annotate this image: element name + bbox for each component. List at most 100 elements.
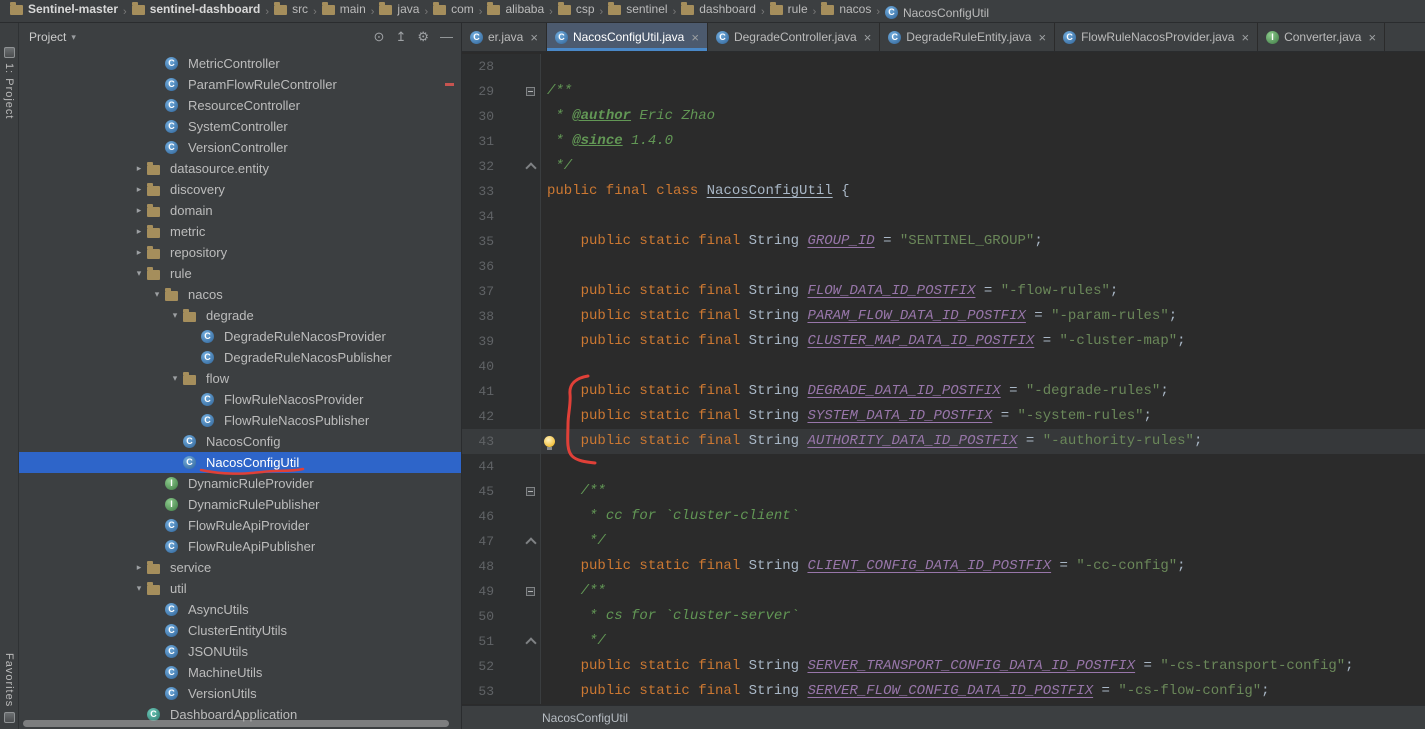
close-tab-icon[interactable]: × [864,31,872,44]
gutter[interactable]: 32 [462,154,541,179]
code-text[interactable]: */ [541,529,1425,554]
fold-end-icon[interactable] [525,161,537,174]
breadcrumb-item-main[interactable]: main [321,2,366,16]
tree-item-service[interactable]: ▸ service [19,557,461,578]
tree-item-FlowRuleNacosPublisher[interactable]: C FlowRuleNacosPublisher [19,410,461,431]
gutter[interactable]: 35 [462,229,541,254]
breadcrumb-item-src[interactable]: src [274,2,308,16]
gutter[interactable]: 42 [462,404,541,429]
code-text[interactable]: /** [541,79,1425,104]
gutter[interactable]: 39 [462,329,541,354]
gutter[interactable]: 52 [462,654,541,679]
tree-item-domain[interactable]: ▸ domain [19,200,461,221]
close-tab-icon[interactable]: × [1368,31,1376,44]
collapse-all-icon[interactable]: ↥ [395,29,406,44]
code-text[interactable]: public static final String CLUSTER_MAP_D… [541,329,1425,354]
tree-item-DegradeRuleNacosPublisher[interactable]: C DegradeRuleNacosPublisher [19,347,461,368]
gutter[interactable]: 34 [462,204,541,229]
code-text[interactable] [541,254,1425,279]
expand-arrow-icon[interactable]: ▸ [131,226,147,237]
code-editor[interactable]: 28 29/** 30 * @author Eric Zhao 31 * @since… [462,52,1425,705]
tree-item-ClusterEntityUtils[interactable]: C ClusterEntityUtils [19,620,461,641]
tree-item-DegradeRuleNacosProvider[interactable]: C DegradeRuleNacosProvider [19,326,461,347]
code-text[interactable] [541,454,1425,479]
code-text[interactable] [541,204,1425,229]
gutter[interactable]: 30 [462,104,541,129]
tree-item-JSONUtils[interactable]: C JSONUtils [19,641,461,662]
tree-item-ParamFlowRuleController[interactable]: C ParamFlowRuleController [19,74,461,95]
fold-end-icon[interactable] [525,636,537,649]
gutter[interactable]: 29 [462,79,541,104]
chevron-down-icon[interactable]: ▾ [71,32,76,43]
expand-arrow-icon[interactable]: ▸ [131,562,147,573]
breadcrumb-item-sentinel[interactable]: sentinel [608,2,668,16]
tree-item-DynamicRulePublisher[interactable]: I DynamicRulePublisher [19,494,461,515]
collapse-arrow-icon[interactable]: ▾ [167,310,183,321]
code-text[interactable]: /** [541,479,1425,504]
tree-item-FlowRuleApiProvider[interactable]: C FlowRuleApiProvider [19,515,461,536]
editor-tab-DegradeController.java[interactable]: C DegradeController.java × [708,23,881,51]
editor-tab-DegradeRuleEntity.java[interactable]: C DegradeRuleEntity.java × [880,23,1056,51]
breadcrumb-item-java[interactable]: java [379,2,419,16]
code-text[interactable]: * @since 1.4.0 [541,129,1425,154]
fold-collapse-icon[interactable] [526,87,535,96]
close-tab-icon[interactable]: × [1241,31,1249,44]
project-toolwindow-tab[interactable]: 1: Project [3,63,15,119]
fold-end-icon[interactable] [525,536,537,549]
code-text[interactable]: public static final String SERVER_TRANSP… [541,654,1425,679]
code-text[interactable]: */ [541,629,1425,654]
tree-item-util[interactable]: ▾ util [19,578,461,599]
code-text[interactable]: * cc for `cluster-client` [541,504,1425,529]
fold-collapse-icon[interactable] [526,587,535,596]
gutter[interactable]: 45 [462,479,541,504]
tree-item-SystemController[interactable]: C SystemController [19,116,461,137]
code-text[interactable]: * @author Eric Zhao [541,104,1425,129]
code-text[interactable]: public static final String FLOW_DATA_ID_… [541,279,1425,304]
tree-item-ResourceController[interactable]: C ResourceController [19,95,461,116]
settings-gear-icon[interactable]: ⚙ [417,29,429,44]
editor-tab-NacosConfigUtil.java[interactable]: C NacosConfigUtil.java × [546,23,708,51]
tree-item-DynamicRuleProvider[interactable]: I DynamicRuleProvider [19,473,461,494]
hide-panel-icon[interactable]: — [440,29,453,44]
favorites-toolwindow-tab[interactable]: Favorites [3,653,15,707]
editor-breadcrumb-item[interactable]: NacosConfigUtil [542,711,628,725]
expand-arrow-icon[interactable]: ▸ [131,163,147,174]
gutter[interactable]: 36 [462,254,541,279]
tree-item-nacos[interactable]: ▾ nacos [19,284,461,305]
tree-item-NacosConfigUtil[interactable]: C NacosConfigUtil [19,452,461,473]
code-text[interactable]: /** [541,579,1425,604]
code-text[interactable]: public static final String CLIENT_CONFIG… [541,554,1425,579]
gutter[interactable]: 40 [462,354,541,379]
tree-item-NacosConfig[interactable]: C NacosConfig [19,431,461,452]
locate-file-icon[interactable]: ⊙ [374,29,385,44]
gutter[interactable]: 31 [462,129,541,154]
gutter[interactable]: 28 [462,54,541,79]
close-tab-icon[interactable]: × [530,31,538,44]
code-text[interactable]: */ [541,154,1425,179]
expand-arrow-icon[interactable]: ▸ [131,205,147,216]
gutter[interactable]: 48 [462,554,541,579]
tree-item-MetricController[interactable]: C MetricController [19,53,461,74]
breadcrumb-item-alibaba[interactable]: alibaba [487,2,544,16]
code-text[interactable]: public static final String DEGRADE_DATA_… [541,379,1425,404]
breadcrumb-item-com[interactable]: com [433,2,474,16]
code-text[interactable]: * cs for `cluster-server` [541,604,1425,629]
gutter[interactable]: 41 [462,379,541,404]
code-text[interactable]: public static final String PARAM_FLOW_DA… [541,304,1425,329]
code-text[interactable]: public static final String GROUP_ID = "S… [541,229,1425,254]
code-text[interactable]: public static final String SERVER_FLOW_C… [541,679,1425,704]
editor-tab-er.java[interactable]: Cer.java × [462,23,547,51]
code-text[interactable]: public static final String AUTHORITY_DAT… [541,429,1425,454]
gutter[interactable]: 37 [462,279,541,304]
tree-item-AsyncUtils[interactable]: C AsyncUtils [19,599,461,620]
tree-item-degrade[interactable]: ▾ degrade [19,305,461,326]
breadcrumb-item-dashboard[interactable]: dashboard [681,2,756,16]
collapse-arrow-icon[interactable]: ▾ [131,268,147,279]
editor-tab-FlowRuleNacosProvider.java[interactable]: C FlowRuleNacosProvider.java × [1055,23,1259,51]
gutter[interactable]: 53 [462,679,541,704]
tree-item-MachineUtils[interactable]: C MachineUtils [19,662,461,683]
tree-item-FlowRuleNacosProvider[interactable]: C FlowRuleNacosProvider [19,389,461,410]
close-tab-icon[interactable]: × [1038,31,1046,44]
gutter[interactable]: 49 [462,579,541,604]
expand-arrow-icon[interactable]: ▸ [131,184,147,195]
